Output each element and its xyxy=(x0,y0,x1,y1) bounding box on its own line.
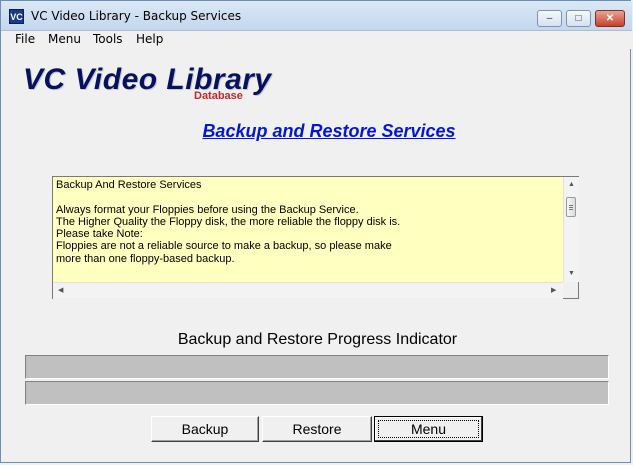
scroll-left-icon[interactable]: ◀ xyxy=(58,287,63,295)
scroll-right-icon[interactable]: ▶ xyxy=(551,287,556,295)
info-textarea[interactable]: Backup And Restore Services Always forma… xyxy=(52,176,579,299)
main-window: VC VC Video Library - Backup Services ‒ … xyxy=(0,0,632,463)
menu-button[interactable]: Menu xyxy=(374,416,483,442)
menu-menu[interactable]: Menu xyxy=(48,32,81,46)
maximize-button[interactable]: □ xyxy=(566,10,591,27)
menu-file[interactable]: File xyxy=(15,32,35,46)
title-bar[interactable]: VC VC Video Library - Backup Services ‒ … xyxy=(1,1,632,31)
window-title: VC Video Library - Backup Services xyxy=(31,9,242,23)
close-button[interactable]: ✕ xyxy=(595,10,625,27)
scroll-thumb[interactable] xyxy=(566,197,576,217)
horizontal-scrollbar[interactable]: ◀ ▶ xyxy=(53,282,563,299)
menu-tools[interactable]: Tools xyxy=(93,32,123,46)
info-text[interactable]: Backup And Restore Services Always forma… xyxy=(53,177,563,282)
menu-bar: File Menu Tools Help xyxy=(1,31,632,49)
progress-bar-1 xyxy=(25,355,609,379)
menu-help[interactable]: Help xyxy=(136,32,163,46)
vertical-scrollbar[interactable]: ▲ ▼ xyxy=(563,177,579,282)
backup-button[interactable]: Backup xyxy=(151,416,259,442)
restore-button[interactable]: Restore xyxy=(262,416,372,442)
progress-title: Backup and Restore Progress Indicator xyxy=(177,331,458,348)
minimize-button[interactable]: ‒ xyxy=(537,10,562,27)
app-logo-subtitle: Database xyxy=(194,90,243,102)
scroll-up-icon[interactable]: ▲ xyxy=(568,181,575,189)
focus-rectangle xyxy=(378,420,479,438)
app-icon: VC xyxy=(9,9,24,24)
scroll-down-icon[interactable]: ▼ xyxy=(568,270,575,278)
progress-bar-2 xyxy=(25,381,609,405)
page-heading: Backup and Restore Services xyxy=(202,121,456,141)
